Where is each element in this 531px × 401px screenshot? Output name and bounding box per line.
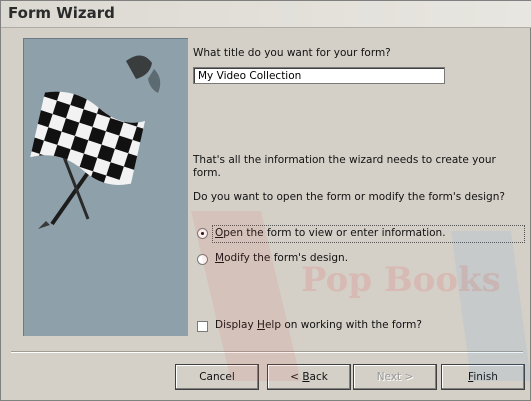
title-bar: Form Wizard xyxy=(1,1,531,28)
display-help-access-key: H xyxy=(257,319,265,331)
window-title: Form Wizard xyxy=(8,4,115,22)
open-or-modify-question: Do you want to open the form or modify t… xyxy=(193,191,505,203)
display-help-label-prefix: Display xyxy=(215,319,258,331)
form-wizard-dialog: Form Wizard What title do you want for y… xyxy=(0,0,531,401)
display-help-label[interactable]: Display Help on working with the form? xyxy=(215,319,422,331)
modify-design-access-key: M xyxy=(215,252,225,264)
finish-button-text: inish xyxy=(473,371,498,383)
modify-design-label-text: odify the form's design. xyxy=(224,252,349,264)
back-button-text: ack xyxy=(309,371,328,383)
button-divider xyxy=(11,351,523,353)
info-text-line-2: form. xyxy=(193,167,221,179)
back-button[interactable]: < Back xyxy=(267,364,351,390)
display-help-checkbox[interactable] xyxy=(197,321,208,332)
open-form-label-text: pen the form to view or enter informatio… xyxy=(223,227,446,239)
title-question-label: What title do you want for your form? xyxy=(193,47,391,59)
finish-button[interactable]: Finish xyxy=(441,364,525,390)
back-button-access-key: B xyxy=(302,371,310,383)
next-button[interactable]: Next > xyxy=(353,364,437,390)
info-text-line-1: That's all the information the wizard ne… xyxy=(193,154,496,166)
display-help-label-text: elp on working with the form? xyxy=(264,319,422,331)
wizard-art-panel xyxy=(23,38,188,336)
modify-design-radio[interactable] xyxy=(197,254,208,265)
checkered-flag-icon xyxy=(24,55,161,229)
back-button-prefix: < xyxy=(290,371,303,383)
watermark-stripe xyxy=(451,231,531,381)
modify-design-label[interactable]: Modify the form's design. xyxy=(215,252,348,264)
open-form-label[interactable]: Open the form to view or enter informati… xyxy=(215,227,446,239)
open-form-radio[interactable] xyxy=(197,228,208,239)
form-title-input[interactable] xyxy=(193,67,445,84)
watermark-text: Pop Books xyxy=(301,260,501,300)
cancel-button[interactable]: Cancel xyxy=(175,364,259,390)
